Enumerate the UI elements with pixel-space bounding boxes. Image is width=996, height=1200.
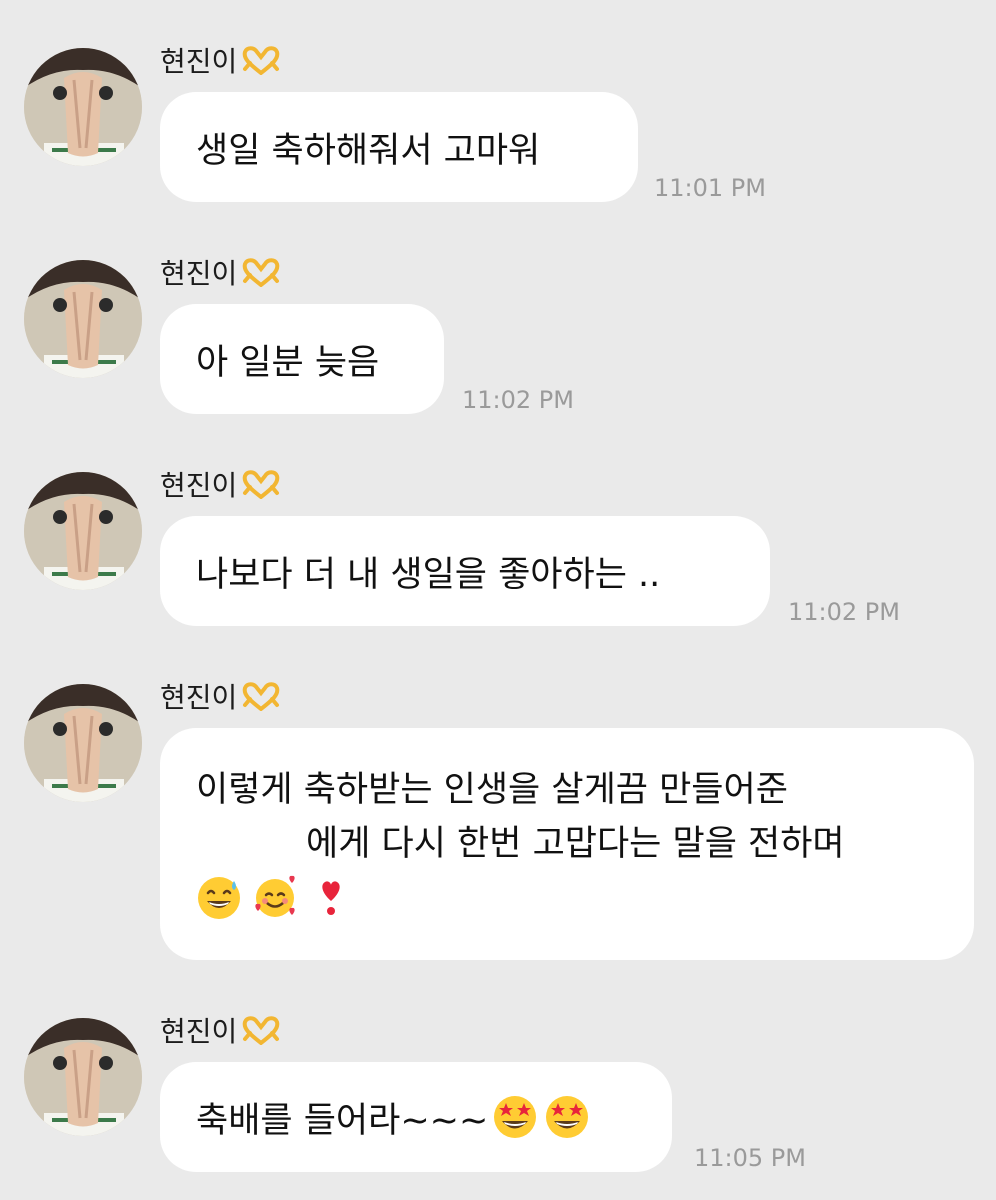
- sender-name-text: 현진이: [160, 1015, 238, 1048]
- sender-name: 현진이: [160, 252, 281, 292]
- sender-name-text: 현진이: [160, 469, 238, 502]
- sender-name: 현진이: [160, 1010, 281, 1050]
- heart-hands-icon: [241, 1015, 281, 1045]
- emoji-row: [196, 871, 354, 925]
- star-struck-emoji: [544, 1094, 590, 1140]
- message-text: 아 일분 늦음: [196, 342, 380, 383]
- smiling-hearts-emoji: [252, 875, 298, 921]
- message-time: 11:05 PM: [694, 1144, 806, 1172]
- message-text: 나보다 더 내 생일을 좋아하는 ..: [196, 554, 661, 595]
- heart-hands-icon: [241, 681, 281, 711]
- message-time: 11:02 PM: [788, 598, 900, 626]
- message-time: 11:02 PM: [462, 386, 574, 414]
- message-text: 축배를 들어라~~~: [196, 1100, 489, 1141]
- heart-hands-icon: [241, 257, 281, 287]
- profile-avatar[interactable]: [24, 260, 142, 378]
- profile-avatar[interactable]: [24, 1018, 142, 1136]
- profile-avatar[interactable]: [24, 684, 142, 802]
- profile-avatar[interactable]: [24, 48, 142, 166]
- sender-name: 현진이: [160, 676, 281, 716]
- star-struck-emoji: [492, 1094, 538, 1140]
- message-bubble[interactable]: 아 일분 늦음: [160, 304, 444, 414]
- message-text: 생일 축하해줘서 고마워: [196, 130, 541, 171]
- message-text: 이렇게 축하받는 인생을 살게끔 만들어준: [196, 770, 788, 810]
- grinning-sweat-emoji: [196, 875, 242, 921]
- sender-name-text: 현진이: [160, 257, 238, 290]
- message-bubble[interactable]: 생일 축하해줘서 고마워: [160, 92, 638, 202]
- sender-name-text: 현진이: [160, 45, 238, 78]
- message-time: 11:01 PM: [654, 174, 766, 202]
- sender-name: 현진이: [160, 464, 281, 504]
- profile-avatar[interactable]: [24, 472, 142, 590]
- sender-name: 현진이: [160, 40, 281, 80]
- heart-hands-icon: [241, 469, 281, 499]
- message-bubble[interactable]: 나보다 더 내 생일을 좋아하는 ..: [160, 516, 770, 626]
- message-text: 에게 다시 한번 고맙다는 말을 전하며: [306, 824, 845, 864]
- message-bubble[interactable]: 이렇게 축하받는 인생을 살게끔 만들어준 에게 다시 한번 고맙다는 말을 전…: [160, 728, 974, 960]
- heart-hands-icon: [241, 45, 281, 75]
- sender-name-text: 현진이: [160, 681, 238, 714]
- message-bubble[interactable]: 축배를 들어라~~~: [160, 1062, 672, 1172]
- heart-exclamation-emoji: [308, 875, 354, 921]
